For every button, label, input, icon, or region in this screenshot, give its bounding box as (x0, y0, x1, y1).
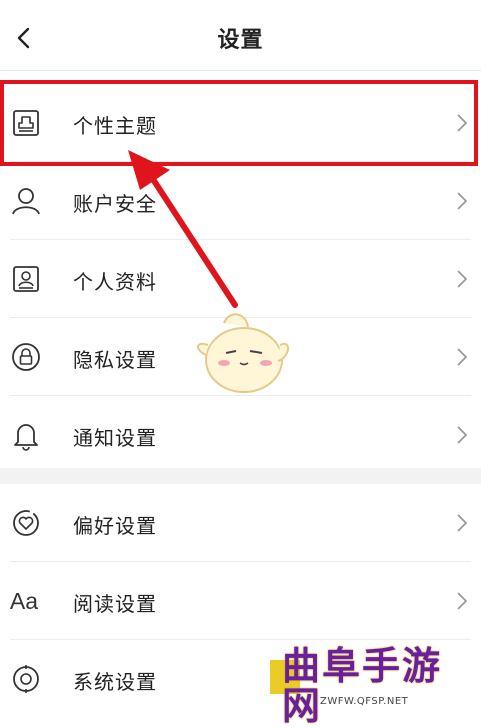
bell-icon (10, 419, 42, 451)
settings-group-1: 个性主题 账户安全 个人资料 隐私设置 通知设置 (0, 84, 481, 474)
watermark-url: ZWFW.QFSP.NET (320, 696, 409, 707)
settings-item-privacy[interactable]: 隐私设置 (0, 318, 481, 396)
user-icon (10, 185, 42, 217)
chevron-right-icon (457, 114, 468, 132)
page-title: 设置 (217, 28, 264, 53)
settings-item-preferences[interactable]: 偏好设置 (0, 484, 481, 562)
settings-item-reading[interactable]: Aa 阅读设置 (0, 562, 481, 640)
settings-item-profile[interactable]: 个人资料 (0, 240, 481, 318)
settings-item-label: 通知设置 (73, 426, 157, 450)
profile-card-icon (10, 263, 42, 295)
section-gap (0, 468, 481, 484)
chevron-right-icon (457, 270, 468, 288)
lock-icon (10, 341, 42, 373)
settings-item-label: 系统设置 (73, 670, 157, 694)
settings-item-account-security[interactable]: 账户安全 (0, 162, 481, 240)
settings-item-label: 偏好设置 (73, 514, 157, 538)
chevron-right-icon (457, 514, 468, 532)
settings-item-notifications[interactable]: 通知设置 (0, 396, 481, 474)
settings-item-label: 个性主题 (73, 114, 157, 138)
theme-icon (10, 107, 42, 139)
settings-item-theme[interactable]: 个性主题 (0, 84, 481, 162)
chevron-right-icon (457, 348, 468, 366)
font-aa-icon: Aa (9, 587, 39, 614)
settings-item-label: 账户安全 (73, 192, 157, 216)
settings-item-label: 个人资料 (73, 270, 157, 294)
chevron-right-icon (457, 592, 468, 610)
top-bar: 设置 (0, 0, 481, 71)
chevron-right-icon (457, 192, 468, 210)
watermark-logo: 曲阜手游网 (282, 643, 443, 728)
system-gear-icon (10, 663, 42, 695)
chevron-right-icon (457, 426, 468, 444)
settings-item-label: 隐私设置 (73, 348, 157, 372)
settings-item-label: 阅读设置 (73, 592, 157, 616)
heart-badge-icon (10, 507, 42, 539)
